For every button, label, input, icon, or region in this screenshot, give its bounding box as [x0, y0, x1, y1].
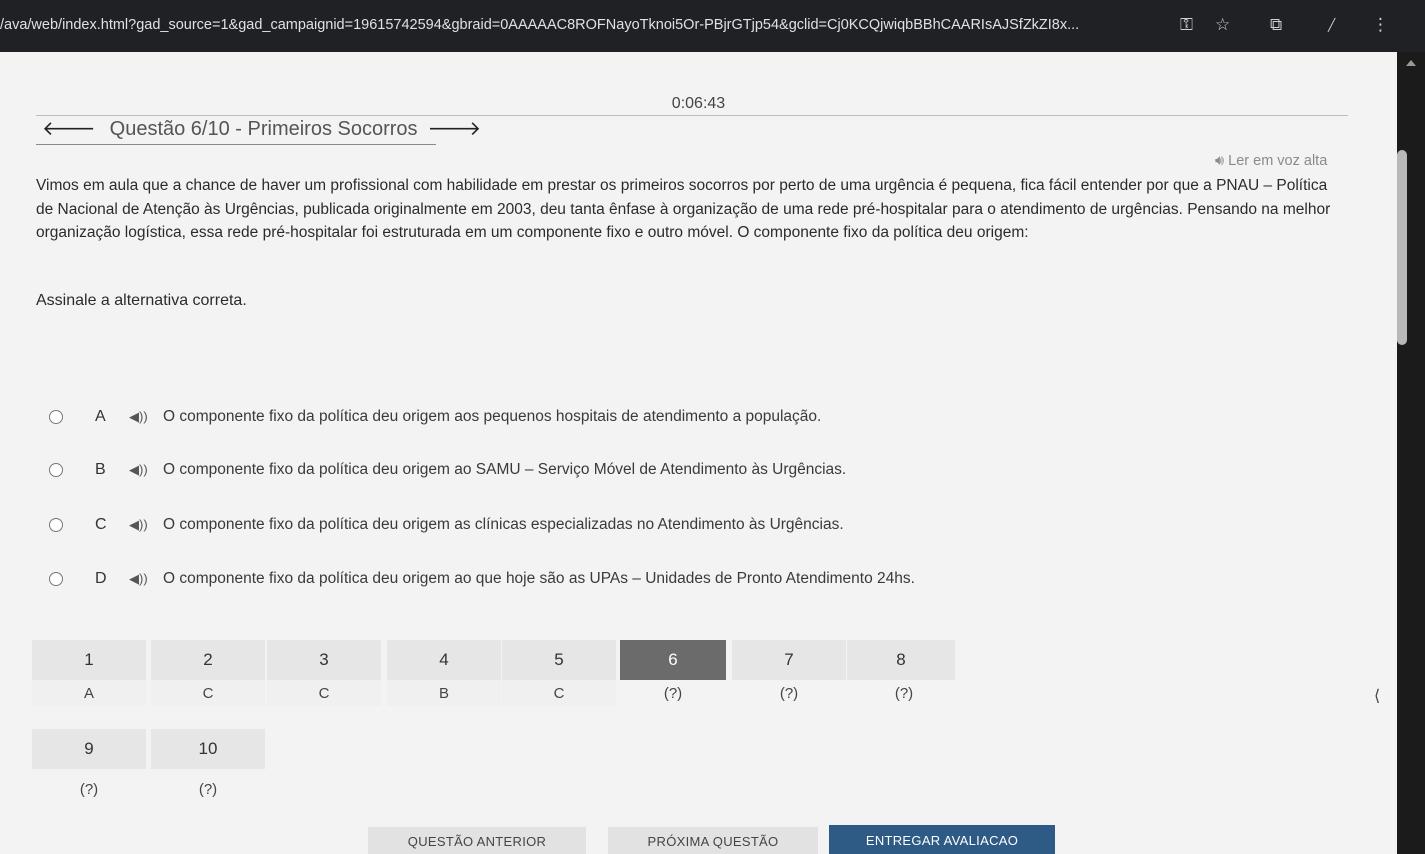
- option-letter: B: [95, 461, 106, 478]
- option-text: O componente fixo da política deu origem…: [163, 461, 847, 478]
- option-letter: D: [95, 570, 107, 587]
- collapse-icon[interactable]: ⟨: [1374, 686, 1380, 706]
- nav-question-4[interactable]: 4: [387, 640, 501, 680]
- nav-question-7[interactable]: 7: [732, 640, 846, 680]
- radio-button[interactable]: [49, 518, 63, 532]
- option-text: O componente fixo da política deu origem…: [163, 570, 915, 587]
- option-a[interactable]: A ◀)) O componente fixo da política deu …: [36, 404, 1336, 430]
- key-icon[interactable]: ⚿: [1180, 14, 1193, 36]
- read-aloud-button[interactable]: 🔊︎ Ler em voz alta: [1215, 153, 1327, 169]
- nav-answer-7: (?): [779, 684, 799, 702]
- nav-question-10[interactable]: 10: [151, 729, 265, 769]
- question-title-row: 🡐 Questão 6/10 - Primeiros Socorros 🡒: [42, 116, 481, 142]
- speaker-icon[interactable]: ◀)): [129, 571, 151, 587]
- nav-question-3[interactable]: 3: [267, 640, 381, 680]
- question-text: Vimos em aula que a chance de haver um p…: [36, 177, 1331, 241]
- speaker-icon[interactable]: ◀)): [129, 462, 151, 478]
- option-letter: A: [95, 408, 106, 425]
- nav-question-6[interactable]: 6: [620, 640, 726, 680]
- exam-timer: 0:06:43: [671, 95, 726, 112]
- puzzle-icon[interactable]: ⧉: [1270, 14, 1282, 36]
- title-underline: [36, 144, 436, 145]
- nav-answer-2: C: [151, 680, 265, 706]
- page-scrollbar[interactable]: [1397, 52, 1425, 854]
- arrow-right-icon[interactable]: 🡒: [428, 116, 482, 142]
- nav-answer-8: (?): [894, 684, 914, 702]
- browser-toolbar: /ava/web/index.html?gad_source=1&gad_cam…: [0, 0, 1425, 52]
- exam-page: 0:06:43 🡐 Questão 6/10 - Primeiros Socor…: [0, 52, 1397, 854]
- nav-question-8[interactable]: 8: [847, 640, 955, 680]
- nav-question-9[interactable]: 9: [32, 729, 146, 769]
- nav-question-5[interactable]: 5: [502, 640, 616, 680]
- nav-answer-4: B: [387, 680, 501, 706]
- radio-button[interactable]: [49, 572, 63, 586]
- nav-answer-9: (?): [79, 780, 99, 798]
- nav-question-1[interactable]: 1: [32, 640, 146, 680]
- page-title: Questão 6/10 - Primeiros Socorros: [109, 117, 418, 140]
- option-text: O componente fixo da política deu origem…: [163, 516, 844, 533]
- profile-icon[interactable]: ╱: [1328, 14, 1335, 36]
- submit-exam-button[interactable]: ENTREGAR AVALIACAO: [829, 825, 1055, 854]
- nav-answer-3: C: [267, 680, 381, 706]
- option-b[interactable]: B ◀)) O componente fixo da política deu …: [36, 457, 1336, 483]
- next-question-button[interactable]: PRÓXIMA QUESTÃO: [608, 827, 818, 854]
- scroll-thumb[interactable]: [1397, 150, 1407, 345]
- question-instruction: Assinale a alternativa correta.: [36, 292, 247, 309]
- address-bar[interactable]: /ava/web/index.html?gad_source=1&gad_cam…: [0, 17, 1170, 33]
- option-letter: C: [95, 516, 107, 533]
- speaker-icon[interactable]: ◀)): [129, 409, 151, 425]
- nav-answer-5: C: [502, 680, 616, 706]
- arrow-left-icon[interactable]: 🡐: [42, 116, 96, 142]
- radio-button[interactable]: [49, 410, 63, 424]
- nav-question-2[interactable]: 2: [151, 640, 265, 680]
- option-d[interactable]: D ◀)) O componente fixo da política deu …: [36, 566, 1336, 592]
- speaker-icon[interactable]: ◀)): [129, 517, 151, 533]
- nav-answer-1: A: [32, 680, 146, 706]
- previous-question-button[interactable]: QUESTÃO ANTERIOR: [368, 827, 586, 854]
- speaker-icon: 🔊︎: [1215, 153, 1225, 169]
- star-icon[interactable]: ☆: [1215, 14, 1230, 36]
- option-c[interactable]: C ◀)) O componente fixo da política deu …: [36, 512, 1336, 538]
- kebab-menu-icon[interactable]: ⋮: [1372, 14, 1389, 36]
- nav-answer-10: (?): [198, 780, 218, 798]
- nav-answer-6: (?): [663, 684, 683, 702]
- read-aloud-label: Ler em voz alta: [1228, 153, 1328, 169]
- radio-button[interactable]: [49, 463, 63, 477]
- scroll-up-icon[interactable]: [1406, 60, 1416, 66]
- option-text: O componente fixo da política deu origem…: [163, 408, 822, 425]
